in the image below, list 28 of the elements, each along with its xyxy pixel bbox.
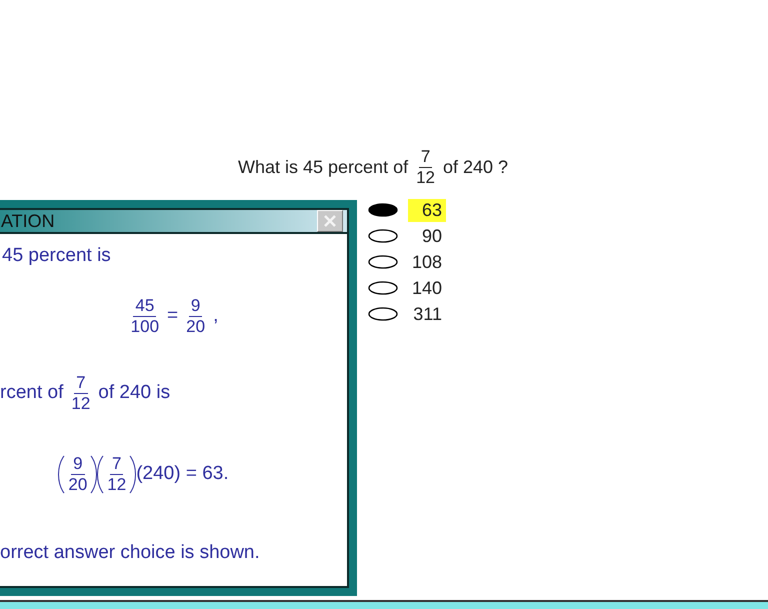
explanation-text: of 240 is <box>98 382 170 404</box>
answer-oval[interactable] <box>368 255 398 269</box>
question-text: What is 45 percent of <box>238 156 408 178</box>
window-title: ATION <box>0 210 55 232</box>
fraction: 9 20 <box>185 296 206 336</box>
answer-choice: 63 <box>408 198 446 222</box>
explanation-text: (240) = 63. <box>136 463 229 485</box>
explanation-text: rcent of <box>0 382 64 404</box>
answer-oval[interactable] <box>368 229 398 243</box>
answer-choice: 311 <box>412 302 443 326</box>
parenthesized-fraction: 9 20 <box>58 450 98 498</box>
fraction: 7 12 <box>415 148 436 186</box>
explanation-text: 45 percent is <box>2 245 111 267</box>
answer-oval[interactable] <box>368 281 398 295</box>
answer-oval[interactable] <box>368 203 398 217</box>
fraction: 7 12 <box>70 374 92 412</box>
close-icon <box>322 214 338 228</box>
explanation-text: , <box>213 305 218 327</box>
question-text: of 240 ? <box>443 156 508 178</box>
explanation-text: orrect answer choice is shown. <box>0 542 260 564</box>
fraction: 45 100 <box>130 296 160 336</box>
answer-choice: 140 <box>410 276 443 300</box>
close-button[interactable] <box>317 210 343 232</box>
answer-oval[interactable] <box>368 307 398 321</box>
explanation-text: = <box>167 305 178 327</box>
answer-choice: 108 <box>410 250 443 274</box>
parenthesized-fraction: 7 12 <box>97 450 136 498</box>
answer-choice: 90 <box>420 224 443 248</box>
